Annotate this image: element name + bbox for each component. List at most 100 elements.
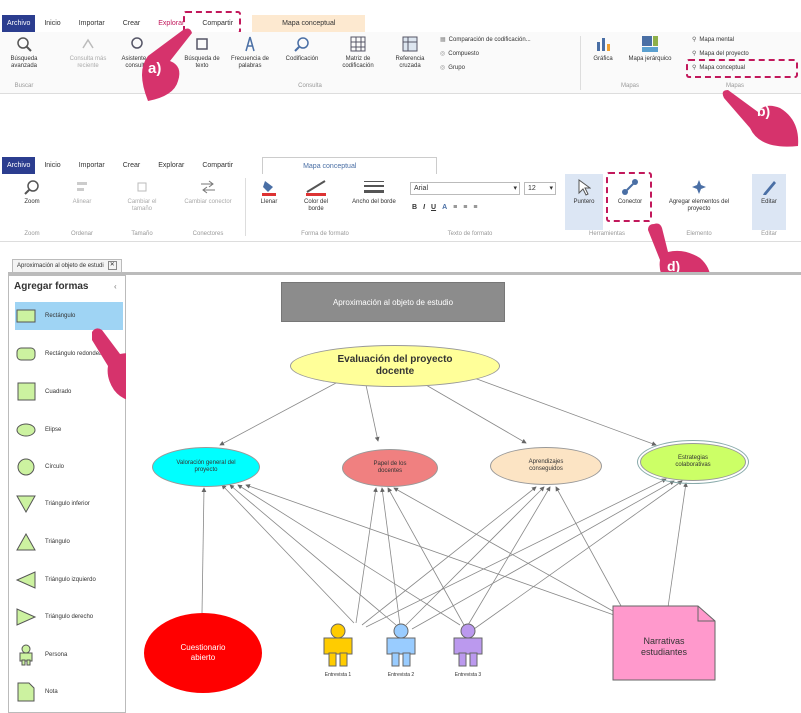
shape-triangulo[interactable]: Triángulo [15,528,123,556]
circle-icon [17,458,35,476]
cambiar-tamano-button[interactable]: Cambiar el tamaño [118,177,166,213]
rounded-rectangle-icon [16,347,36,361]
node-aprendizajes[interactable]: Aprendizajes conseguidos [490,447,602,485]
add-items-icon [664,177,734,197]
codificacion-button[interactable]: Codificación [280,34,324,63]
node-estrategias[interactable]: Estrategias colaborativas [637,440,749,484]
concept-map-canvas[interactable]: Aproximación al objeto de estudio Evalua… [126,275,801,713]
llenar-button[interactable]: Llenar [254,177,284,206]
align-icon [64,177,100,197]
referencia-cruzada-button[interactable]: Referencia cruzada [388,34,432,70]
mind-map-icon: ⚲ [692,37,697,43]
tab-crear-2[interactable]: Crear [114,157,150,174]
callout-a: a) [148,60,162,77]
grupo-button[interactable]: ◎ Grupo [440,64,465,72]
bold-icon[interactable]: B [412,204,417,211]
editar-button[interactable]: Editar [752,177,786,206]
italic-icon[interactable]: I [423,204,425,211]
underline-icon[interactable]: U [431,204,436,211]
tab-importar-2[interactable]: Importar [70,157,114,174]
frecuencia-palabras-button[interactable]: Frecuencia de palabras [228,34,272,70]
shape-triangulo-derecho[interactable]: Triángulo derecho [15,603,123,631]
highlight-mapa-conceptual [686,59,798,78]
group-herramientas: Herramientas [588,231,625,237]
border-color-icon [296,177,336,197]
mapa-proyecto-button[interactable]: ⚲ Mapa del proyecto [692,50,749,58]
mapa-jerarquico-button[interactable]: Mapa jerárquico [628,34,672,63]
cambiar-tamano-label: Cambiar el tamaño [127,199,157,212]
matrix-icon [336,34,380,54]
shape-label: Persona [45,652,68,658]
agregar-elementos-button[interactable]: Agregar elementos del proyecto [664,177,734,213]
color-borde-button[interactable]: Color del borde [296,177,336,213]
mapa-mental-button[interactable]: ⚲ Mapa mental [692,36,735,44]
busqueda-avanzada-button[interactable]: Búsqueda avanzada [4,34,44,70]
shape-triangulo-izquierdo[interactable]: Triángulo izquierdo [15,566,123,594]
tab-archivo[interactable]: Archivo [2,15,36,32]
tab-explorar-2[interactable]: Explorar [149,157,193,174]
source-narrativas[interactable]: Narrativas estudiantes [612,605,716,681]
cambiar-conector-button[interactable]: Cambiar conector [184,177,232,206]
align-left-icon[interactable]: ≡ [453,204,457,211]
ribbon1: Búsqueda avanzada Consulta más reciente … [0,32,801,94]
comparacion-label: Comparación de codificación... [448,36,531,43]
source-entrevista-3[interactable]: Entrevista 3 [446,623,490,679]
main-node-label: Evaluación del proyecto docente [337,354,453,377]
document-tab[interactable]: Aproximación al objeto de estudi ✕ [12,259,122,272]
close-icon[interactable]: ✕ [107,261,117,270]
ancho-borde-button[interactable]: Ancho del borde [352,177,396,206]
align-right-icon[interactable]: ≡ [473,204,477,211]
align-center-icon[interactable]: ≡ [463,204,467,211]
node-label: Valoración general del proyecto [176,460,236,473]
node-label: Papel de los docentes [373,461,407,474]
puntero-button[interactable]: Puntero [565,177,603,206]
font-name-select[interactable]: Arial ▾ [410,182,520,195]
tab-inicio[interactable]: Inicio [35,15,69,32]
person-icon [19,644,33,666]
zoom-button[interactable]: Zoom [14,177,50,206]
shape-triangulo-inferior[interactable]: Triángulo inferior [15,490,123,518]
source-entrevista-1[interactable]: Entrevista 1 [316,623,360,679]
editar-label: Editar [761,199,777,205]
group-zoom: Zoom [24,231,40,237]
panel-title: Agregar formas [14,281,89,292]
triangle-icon [16,532,36,551]
alinear-button[interactable]: Alinear [64,177,100,206]
font-size-select[interactable]: 12 ▾ [524,182,556,195]
source-label: Cuestionario abierto [180,643,226,662]
shape-elipse[interactable]: Elipse [15,416,123,444]
node-papel-docentes[interactable]: Papel de los docentes [342,449,438,487]
tab-compartir-2[interactable]: Compartir [193,157,242,174]
mapa-mental-label: Mapa mental [699,36,735,43]
shape-label: Círculo [45,464,65,470]
codificacion-label: Codificación [285,56,319,62]
grafica-button[interactable]: Gráfica [588,34,618,63]
tab-mapa-conceptual[interactable]: Mapa conceptual [252,15,366,32]
comparacion-codificacion-button[interactable]: ▦ Comparación de codificación... [440,36,531,44]
source-entrevista-2[interactable]: Entrevista 2 [379,623,423,679]
node-valoracion[interactable]: Valoración general del proyecto [152,447,260,487]
collapse-icon[interactable]: ‹ [114,282,117,291]
edit-icon [752,177,786,197]
font-color-icon[interactable]: A [442,204,447,211]
title-node[interactable]: Aproximación al objeto de estudio [281,282,505,322]
shape-persona[interactable]: Persona [15,641,123,669]
ribbon1-tabbar: Archivo Inicio Importar Crear Explorar C… [0,15,801,32]
tab-inicio-2[interactable]: Inicio [35,157,69,174]
color-borde-label: Color del borde [303,199,328,212]
compuesto-button[interactable]: ◎ Compuesto [440,50,479,58]
tab-archivo-2[interactable]: Archivo [2,157,36,174]
consulta-reciente-button[interactable]: Consulta más reciente [68,34,108,70]
source-cuestionario[interactable]: Cuestionario abierto [144,613,262,693]
matriz-codificacion-button[interactable]: Matriz de codificación [336,34,380,70]
main-node[interactable]: Evaluación del proyecto docente [290,345,500,387]
tab-importar[interactable]: Importar [70,15,114,32]
zoom-icon [14,177,50,197]
group-forma-formato: Forma de formato [301,231,349,237]
tab-mapa-conceptual-2[interactable]: Mapa conceptual [262,156,438,175]
puntero-label: Puntero [573,199,595,205]
source-label: Entrevista 1 [324,672,352,678]
shape-circulo[interactable]: Círculo [15,453,123,481]
shape-nota[interactable]: Nota [15,678,123,706]
pointing-hand-icon [142,28,192,101]
